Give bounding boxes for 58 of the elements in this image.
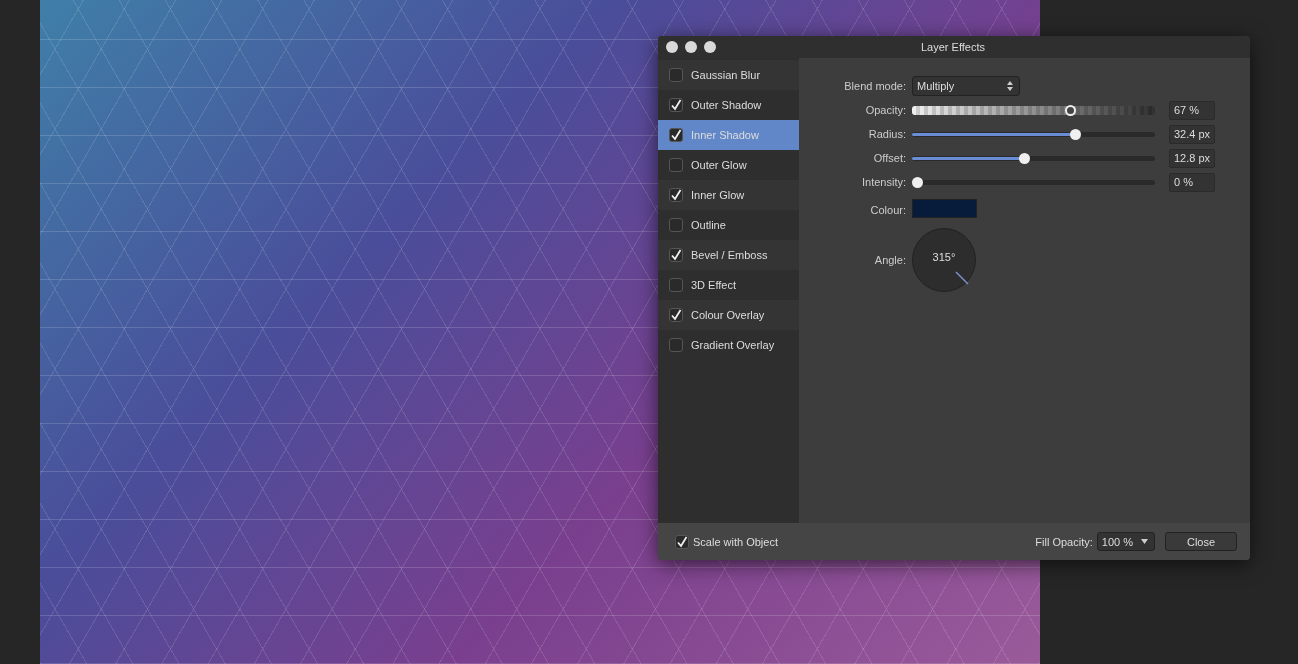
fill-opacity-dropdown[interactable]: 100 %: [1096, 532, 1155, 551]
field-label: Colour:: [869, 204, 906, 216]
effect-label: Colour Overlay: [691, 309, 765, 321]
value-field[interactable]: 12.8 px: [1169, 148, 1215, 168]
angle-indicator-icon: [955, 271, 969, 285]
value-field[interactable]: 67 %: [1169, 100, 1215, 120]
checkbox[interactable]: [669, 278, 683, 292]
effect-label: Outer Shadow: [691, 99, 762, 111]
field-label: Fill Opacity:: [1035, 535, 1093, 548]
value-field[interactable]: 0 %: [1169, 172, 1215, 192]
effect-item[interactable]: Gaussian Blur: [658, 60, 799, 90]
effect-label: Outer Glow: [691, 159, 747, 171]
effect-label: Bevel / Emboss: [691, 249, 768, 261]
slider-track[interactable]: [912, 152, 1155, 164]
effect-item[interactable]: Colour Overlay: [658, 300, 799, 330]
colour-swatch[interactable]: [912, 199, 977, 218]
checkbox[interactable]: [669, 248, 683, 262]
slider-track[interactable]: [912, 176, 1155, 188]
close-window-button[interactable]: [666, 41, 678, 53]
effect-item[interactable]: Bevel / Emboss: [658, 240, 799, 270]
slider-thumb[interactable]: [1018, 152, 1030, 164]
blend-mode-dropdown[interactable]: Multiply: [912, 76, 1020, 96]
checkmark-icon: [676, 535, 688, 548]
effect-label: Inner Glow: [691, 189, 745, 201]
checkbox[interactable]: [669, 98, 683, 112]
checkbox[interactable]: [669, 188, 683, 202]
checkbox[interactable]: [669, 68, 683, 82]
dropdown-arrow-icon: [1141, 539, 1148, 544]
effect-label: Inner Shadow: [691, 129, 759, 141]
angle-dial[interactable]: 315°: [912, 228, 976, 292]
checkbox[interactable]: [669, 218, 683, 232]
checkbox[interactable]: [669, 158, 683, 172]
checkbox[interactable]: [669, 308, 683, 322]
zoom-window-button[interactable]: [704, 41, 716, 53]
slider-thumb[interactable]: [912, 176, 923, 188]
field-label: Opacity:: [864, 104, 906, 116]
field-label: Offset:: [872, 152, 906, 164]
effect-label: Gaussian Blur: [691, 69, 761, 81]
effect-label: Gradient Overlay: [691, 339, 775, 351]
slider-thumb[interactable]: [1069, 128, 1081, 140]
stepper-arrows-icon: [1007, 81, 1013, 91]
checkbox[interactable]: [669, 338, 683, 352]
effect-label: 3D Effect: [691, 279, 737, 291]
field-label: Intensity:: [860, 176, 906, 188]
field-label: Angle:: [873, 254, 906, 266]
minimize-window-button[interactable]: [685, 41, 697, 53]
checkbox[interactable]: [669, 128, 683, 142]
effect-item[interactable]: Inner Glow: [658, 180, 799, 210]
field-label: Radius:: [867, 128, 906, 140]
effect-label: Outline: [691, 219, 726, 231]
field-label: Blend mode:: [843, 80, 906, 92]
value-field[interactable]: 32.4 px: [1169, 124, 1215, 144]
scale-with-object-checkbox[interactable]: Scale with Object: [675, 534, 1032, 549]
slider-thumb[interactable]: [1065, 104, 1077, 116]
window-title: Layer Effects: [920, 41, 986, 53]
slider-track[interactable]: [912, 104, 1155, 116]
slider-track[interactable]: [912, 128, 1155, 140]
close-button[interactable]: Close: [1165, 532, 1237, 551]
